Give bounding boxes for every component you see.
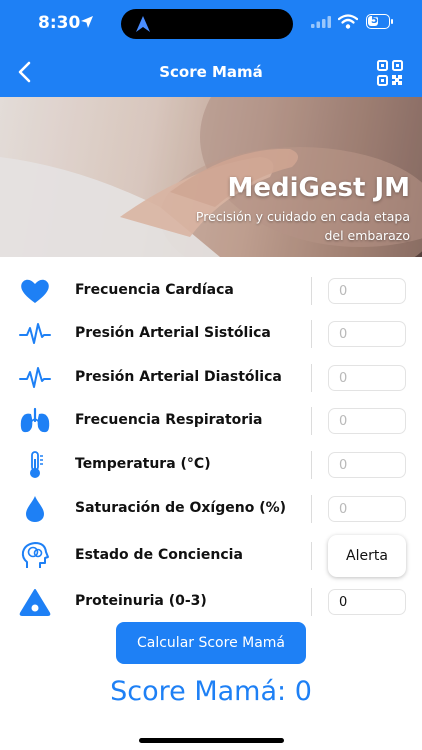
divider xyxy=(311,277,312,305)
qr-code-icon[interactable] xyxy=(377,60,403,86)
score-result: Score Mamá: 0 xyxy=(110,676,312,707)
field-label: Presión Arterial Sistólica xyxy=(75,325,271,341)
pulse-line-icon xyxy=(19,323,51,344)
presion-diastolica-input[interactable] xyxy=(328,365,406,391)
brand-name: MediGest JM xyxy=(227,173,410,203)
field-label: Frecuencia Respiratoria xyxy=(75,412,263,428)
home-indicator xyxy=(139,738,284,743)
frecuencia-respiratoria-input[interactable] xyxy=(328,408,406,434)
status-bar: 8:30 50 xyxy=(0,0,422,46)
thermometer-icon xyxy=(30,451,43,478)
presion-sistolica-input[interactable] xyxy=(328,321,406,347)
field-label: Presión Arterial Diastólica xyxy=(75,369,282,385)
field-label: Saturación de Oxígeno (%) xyxy=(75,500,287,516)
field-label: Proteinuria (0-3) xyxy=(75,593,207,609)
field-row-estado-conciencia: Estado de Conciencia Alerta xyxy=(0,535,422,577)
brand-tagline: Precisión y cuidado en cada etapa del em… xyxy=(195,209,410,243)
wifi-icon xyxy=(338,14,358,29)
field-row-temperatura: Temperatura (°C) xyxy=(0,445,422,485)
field-row-presion-sistolica: Presión Arterial Sistólica xyxy=(0,314,422,354)
head-brain-icon xyxy=(21,542,49,568)
battery-percent: 50 xyxy=(371,15,385,26)
divider xyxy=(311,495,312,523)
field-row-saturacion-oxigeno: Saturación de Oxígeno (%) xyxy=(0,489,422,529)
battery-icon: 50 xyxy=(366,14,390,29)
saturacion-oxigeno-input[interactable] xyxy=(328,496,406,522)
field-row-frecuencia-cardiaca: Frecuencia Cardíaca xyxy=(0,271,422,311)
pulse-line-icon xyxy=(19,367,51,388)
field-label: Estado de Conciencia xyxy=(75,547,243,563)
dynamic-island xyxy=(121,9,293,39)
location-arrow-icon xyxy=(81,16,93,28)
field-label: Temperatura (°C) xyxy=(75,456,211,472)
lungs-icon xyxy=(20,407,50,433)
field-row-frecuencia-respiratoria: Frecuencia Respiratoria xyxy=(0,401,422,441)
estado-conciencia-select[interactable]: Alerta xyxy=(328,535,406,577)
app-header: 8:30 50 Score Mamá xyxy=(0,0,422,97)
app-activity-icon xyxy=(136,16,150,32)
drop-icon xyxy=(26,496,44,522)
proteinuria-input[interactable] xyxy=(328,589,406,615)
divider xyxy=(311,320,312,348)
divider xyxy=(311,542,312,570)
divider xyxy=(311,588,312,616)
field-row-proteinuria: Proteinuria (0-3) xyxy=(0,582,422,622)
cellular-signal-icon xyxy=(311,16,331,28)
frecuencia-cardiaca-input[interactable] xyxy=(328,278,406,304)
battery-tip xyxy=(391,19,393,24)
divider xyxy=(311,451,312,479)
field-label: Frecuencia Cardíaca xyxy=(75,282,234,298)
divider xyxy=(311,364,312,392)
triangle-drop-icon xyxy=(19,589,51,616)
temperatura-input[interactable] xyxy=(328,452,406,478)
heart-icon xyxy=(21,279,49,303)
hero-banner: MediGest JM Precisión y cuidado en cada … xyxy=(0,97,422,257)
page-title: Score Mamá xyxy=(159,63,263,81)
status-time: 8:30 xyxy=(38,13,81,33)
divider xyxy=(311,407,312,435)
calculate-score-button[interactable]: Calcular Score Mamá xyxy=(116,622,306,664)
field-row-presion-diastolica: Presión Arterial Diastólica xyxy=(0,358,422,398)
